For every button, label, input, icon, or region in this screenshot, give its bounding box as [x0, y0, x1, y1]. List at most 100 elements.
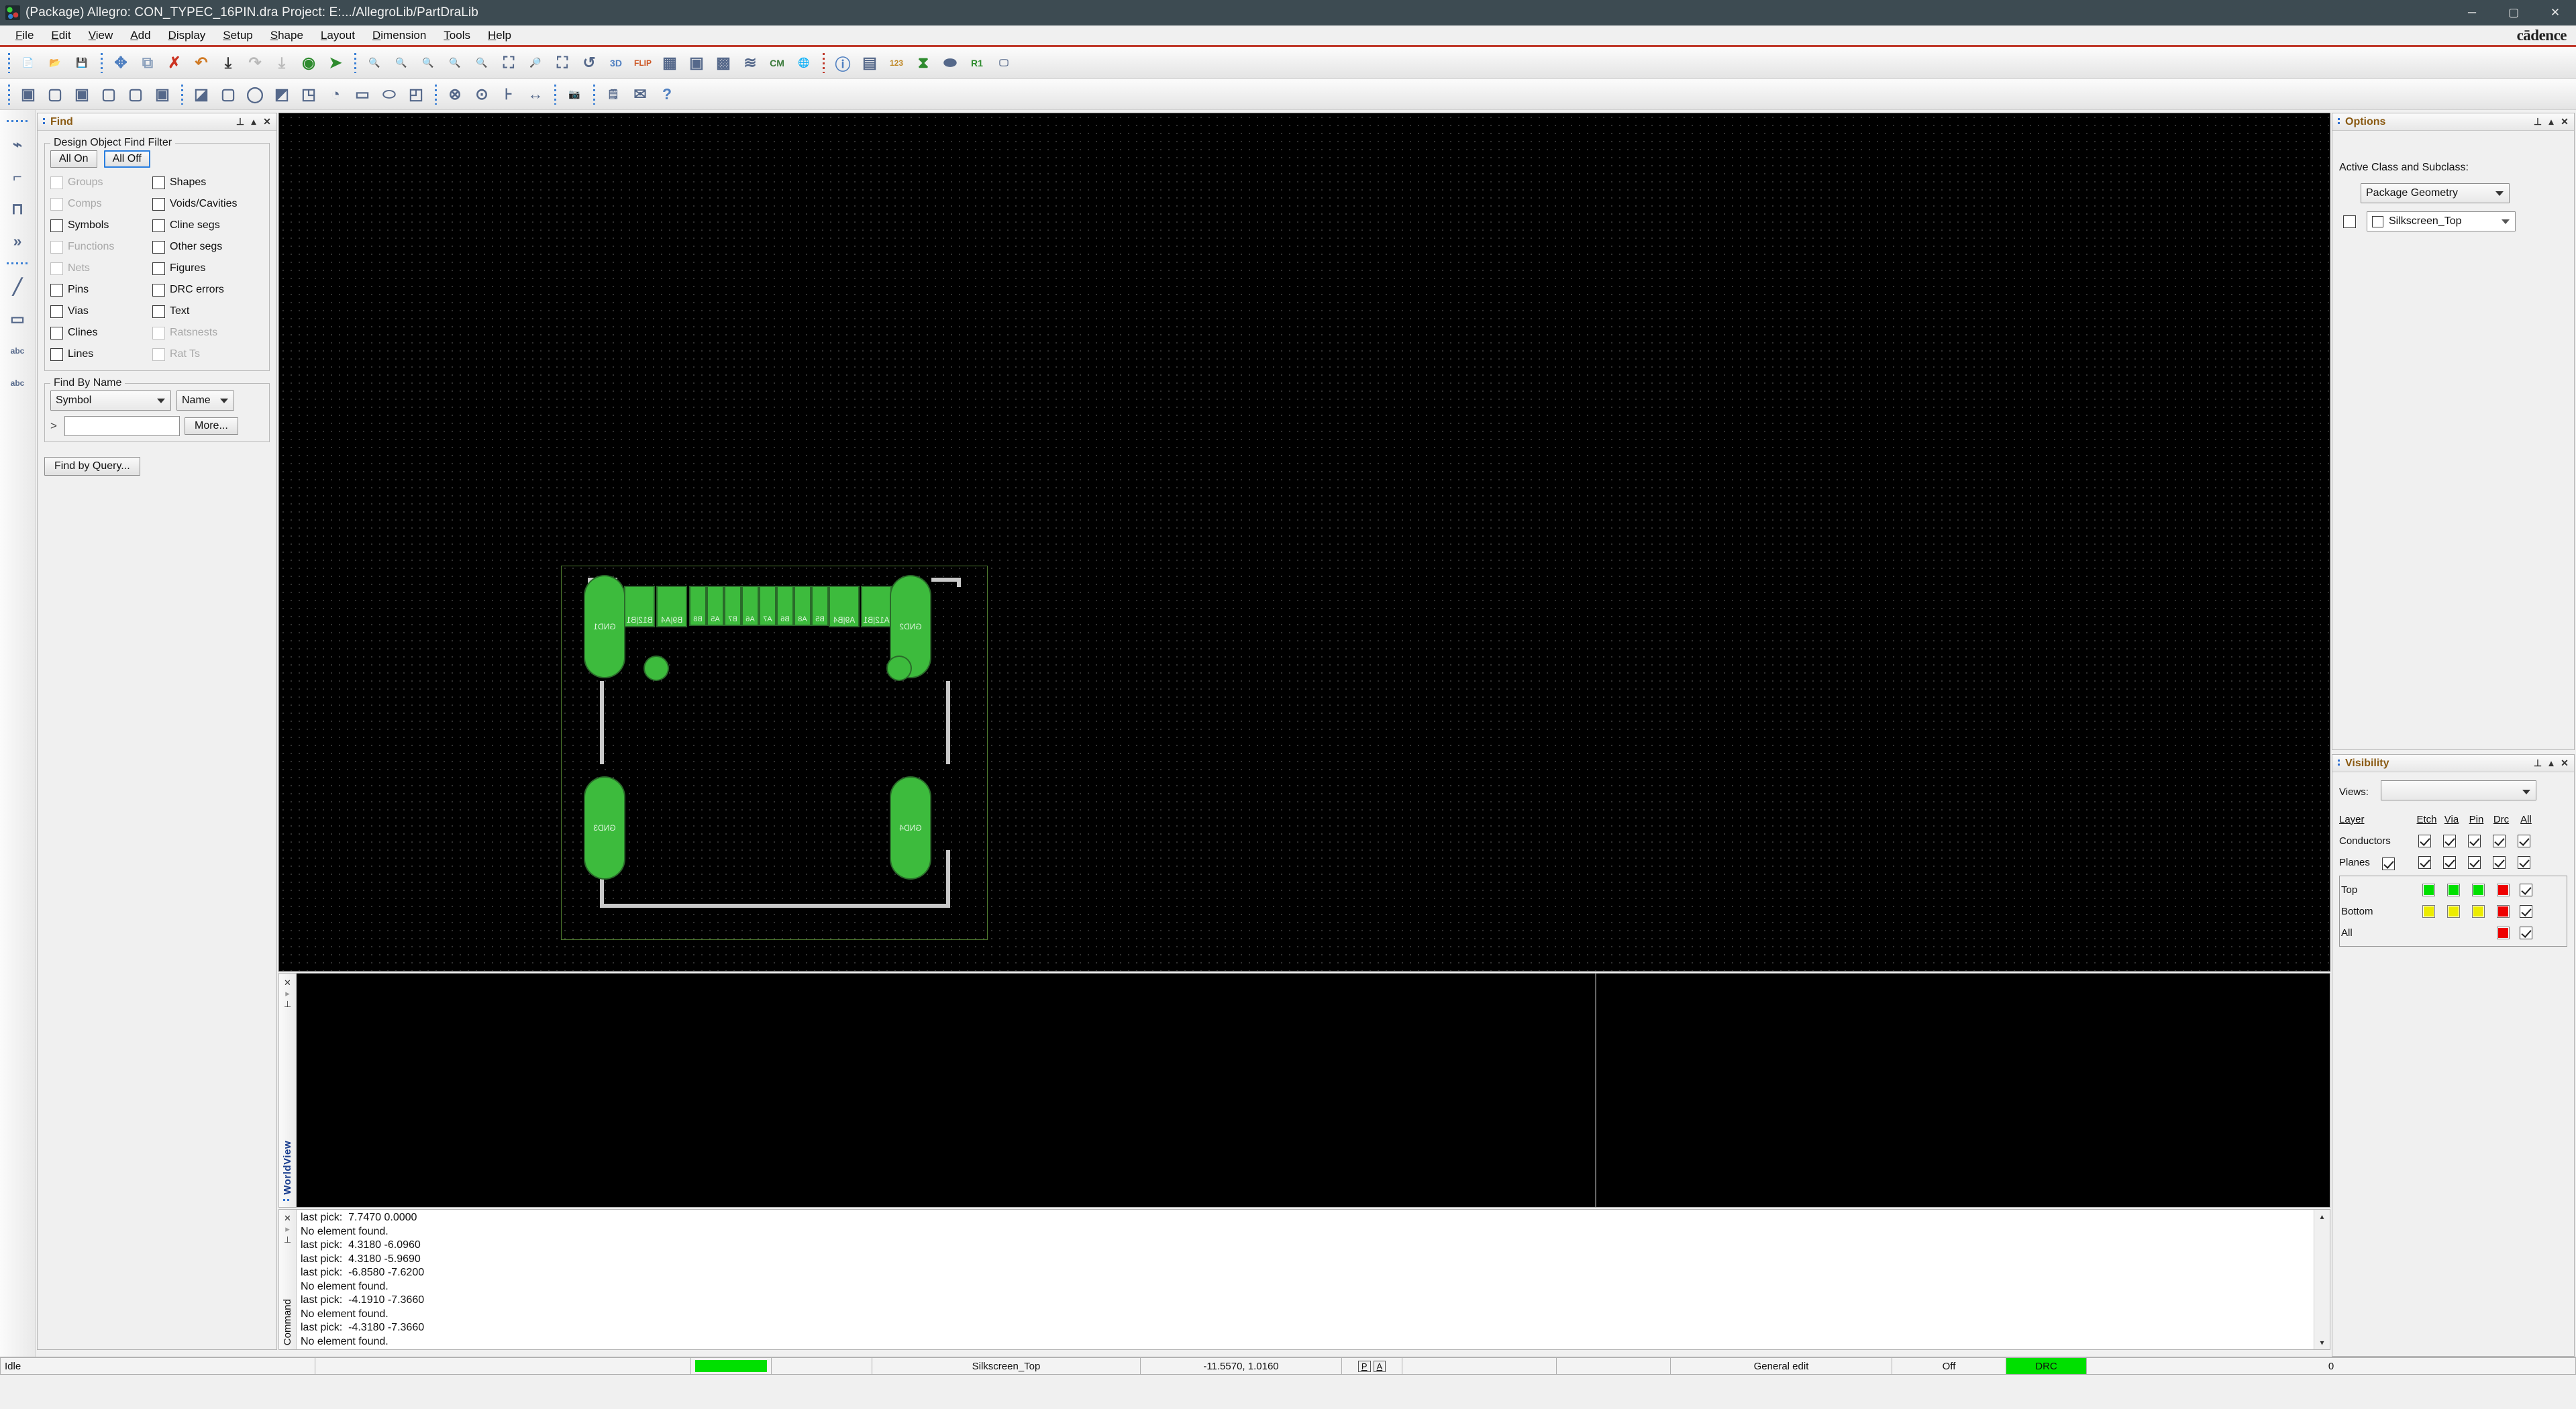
- zoom-previous-icon[interactable]: 🔍: [468, 50, 495, 76]
- worldview-canvas[interactable]: [297, 974, 2330, 1207]
- visibility-layer-grid[interactable]: Layer Etch Via Pin Drc All Conductors Planes Top…: [2339, 808, 2567, 947]
- toolbar-grip[interactable]: [5, 51, 12, 74]
- checkbox-icon[interactable]: [152, 219, 165, 232]
- color-swatch-green[interactable]: [2447, 883, 2460, 896]
- shape-poly-icon[interactable]: ◰: [403, 81, 429, 108]
- snapshot-icon[interactable]: 📷: [561, 81, 588, 108]
- edit-text-icon[interactable]: abc: [3, 368, 32, 399]
- color-visibility-icon[interactable]: ▣: [683, 50, 710, 76]
- checkbox-icon[interactable]: [50, 283, 63, 297]
- add-line-icon[interactable]: ◪: [188, 81, 215, 108]
- redo-icon[interactable]: ↷: [242, 50, 268, 76]
- subclass-enable-checkbox[interactable]: [2343, 215, 2356, 228]
- expand-icon[interactable]: ▸: [285, 1224, 290, 1235]
- drag-dots-icon[interactable]: [2335, 758, 2342, 768]
- color-swatch-red[interactable]: [2497, 904, 2510, 918]
- find-filter-clines[interactable]: Clines: [50, 322, 152, 344]
- close-icon[interactable]: ✕: [284, 978, 291, 988]
- report-icon[interactable]: ▤: [856, 50, 883, 76]
- color-swatch-red[interactable]: [2497, 926, 2510, 939]
- checkbox-icon[interactable]: [50, 219, 63, 232]
- close-icon[interactable]: ✕: [2558, 758, 2571, 769]
- checkbox-icon[interactable]: [152, 176, 165, 189]
- left-vertical-toolbar[interactable]: ⌁ ⌐ ⊓ » ╱ ▭ abc abc: [0, 110, 36, 1357]
- main-toolbar[interactable]: 📄 📂 💾 ✥ ⧉ ✗ ↶ ⤓ ↷ ⤓ ◉ ➤ 🔍 🔍 🔍 🔍 🔍 ⛶ 🔎 ⛶ ↺ 3D FLIP ▦ ▣ ▩ ≋ CM 🌐 ⓘ ▤ 123 ⧗…: [0, 47, 2576, 79]
- worldview-tab-strip[interactable]: ✕ ▸ ⊥ WorldView: [279, 974, 297, 1207]
- menu-item-setup[interactable]: Setup: [214, 27, 261, 44]
- new-file-icon[interactable]: 📄: [15, 50, 42, 76]
- maximize-button[interactable]: ▢: [2493, 0, 2534, 25]
- collapse-icon[interactable]: ▴: [2544, 758, 2558, 769]
- shape-rect-icon[interactable]: ▭: [349, 81, 376, 108]
- add-rect-tool-icon[interactable]: ▭: [3, 303, 32, 334]
- pin-icon[interactable]: ⊥: [284, 1235, 291, 1245]
- scroll-up-icon[interactable]: ▴: [2320, 1212, 2324, 1221]
- cross-section-icon[interactable]: ≋: [737, 50, 764, 76]
- console-output[interactable]: last pick: 7.7470 0.0000 No element found…: [297, 1210, 2314, 1349]
- find-name-input[interactable]: [64, 416, 180, 436]
- checkbox-icon[interactable]: [50, 305, 63, 318]
- drag-dots-icon[interactable]: [2335, 117, 2342, 127]
- checkbox-icon[interactable]: [2418, 834, 2431, 847]
- options-panel-header[interactable]: Options ⊥ ▴ ✕: [2332, 113, 2574, 131]
- menu-item-tools[interactable]: Tools: [435, 27, 479, 44]
- zoom-center-icon[interactable]: ⛶: [495, 50, 522, 76]
- all-on-button[interactable]: All On: [50, 150, 97, 168]
- toolbar-grip[interactable]: [5, 117, 30, 125]
- find-filter-vias[interactable]: Vias: [50, 301, 152, 322]
- active-class-select[interactable]: Package Geometry: [2361, 183, 2510, 203]
- visibility-panel-header[interactable]: Visibility ⊥ ▴ ✕: [2332, 755, 2574, 772]
- active-class-select-wrap[interactable]: Package Geometry: [2361, 183, 2510, 203]
- zoom-by-points-icon[interactable]: 🔍: [361, 50, 388, 76]
- package-icon[interactable]: ▣: [149, 81, 176, 108]
- checkbox-icon[interactable]: [152, 197, 165, 211]
- color-swatch-green[interactable]: [2422, 883, 2435, 896]
- subclass-color-checkbox[interactable]: [2372, 215, 2383, 227]
- visibility-checkbox-cell[interactable]: [2516, 904, 2540, 918]
- slide-icon[interactable]: ⌐: [3, 161, 32, 192]
- find-filter-lines[interactable]: Lines: [50, 344, 152, 365]
- checkbox-icon[interactable]: [2519, 904, 2532, 918]
- show-element-icon[interactable]: ◉: [295, 50, 322, 76]
- custom-smooth-icon[interactable]: »: [3, 225, 32, 256]
- checkbox-icon[interactable]: [2382, 857, 2395, 870]
- checkbox-icon[interactable]: [152, 305, 165, 318]
- drc-on-icon[interactable]: ⊗: [442, 81, 468, 108]
- visibility-color-cell[interactable]: [2441, 904, 2466, 918]
- shape-oval-icon[interactable]: ⬭: [376, 81, 403, 108]
- checkbox-icon[interactable]: [50, 326, 63, 340]
- checkbox-icon[interactable]: [152, 262, 165, 275]
- placement-edit-icon[interactable]: ▣: [68, 81, 95, 108]
- visibility-color-cell[interactable]: [2491, 883, 2516, 896]
- zoom-selection-icon[interactable]: ⛶: [549, 50, 576, 76]
- menu-item-help[interactable]: Help: [479, 27, 520, 44]
- find-filter-figures[interactable]: Figures: [152, 258, 264, 279]
- color-swatch-yellow[interactable]: [2447, 904, 2460, 918]
- menu-item-dimension[interactable]: Dimension: [364, 27, 435, 44]
- subclass-color-icon[interactable]: ▩: [710, 50, 737, 76]
- copy-icon[interactable]: ⧉: [134, 50, 161, 76]
- color-swatch-yellow[interactable]: [2472, 904, 2485, 918]
- find-filter-symbols[interactable]: Symbols: [50, 215, 152, 236]
- visibility-checkbox-cell[interactable]: [2414, 834, 2439, 847]
- add-line-tool-icon[interactable]: ╱: [3, 271, 32, 302]
- match-mode-select[interactable]: Name: [176, 390, 234, 411]
- add-connect-icon[interactable]: ⬬: [937, 50, 964, 76]
- pin-icon[interactable]: ⊥: [2531, 116, 2544, 127]
- typec-footprint[interactable]: ✛ B12|B1 B9|A4 B8 A5 B7 A6 A7 B6 A8 B5 A9|B4 A12|B1…: [561, 556, 990, 945]
- expand-icon[interactable]: ▸: [285, 988, 290, 999]
- quickplace-icon[interactable]: ▢: [42, 81, 68, 108]
- toolbar-grip[interactable]: [178, 83, 185, 106]
- pin-icon[interactable]: ⊥: [284, 999, 291, 1010]
- zoom-out-icon[interactable]: 🔍: [442, 50, 468, 76]
- visibility-checkbox-cell[interactable]: [2464, 834, 2489, 847]
- refresh-icon[interactable]: ↺: [576, 50, 603, 76]
- find-filter-drc-errors[interactable]: DRC errors: [152, 279, 264, 301]
- zoom-world-icon[interactable]: 🔎: [522, 50, 549, 76]
- window-controls[interactable]: ─ ▢ ✕: [2451, 0, 2576, 25]
- visibility-checkbox-cell[interactable]: [2514, 834, 2538, 847]
- checkbox-icon[interactable]: [2467, 834, 2481, 847]
- visibility-checkbox-cell[interactable]: [2439, 834, 2464, 847]
- pcb-design-canvas[interactable]: ✛ B12|B1 B9|A4 B8 A5 B7 A6 A7 B6 A8 B5 A9|B4 A12|B1…: [278, 113, 2330, 972]
- display-off-icon[interactable]: 🖵: [990, 50, 1017, 76]
